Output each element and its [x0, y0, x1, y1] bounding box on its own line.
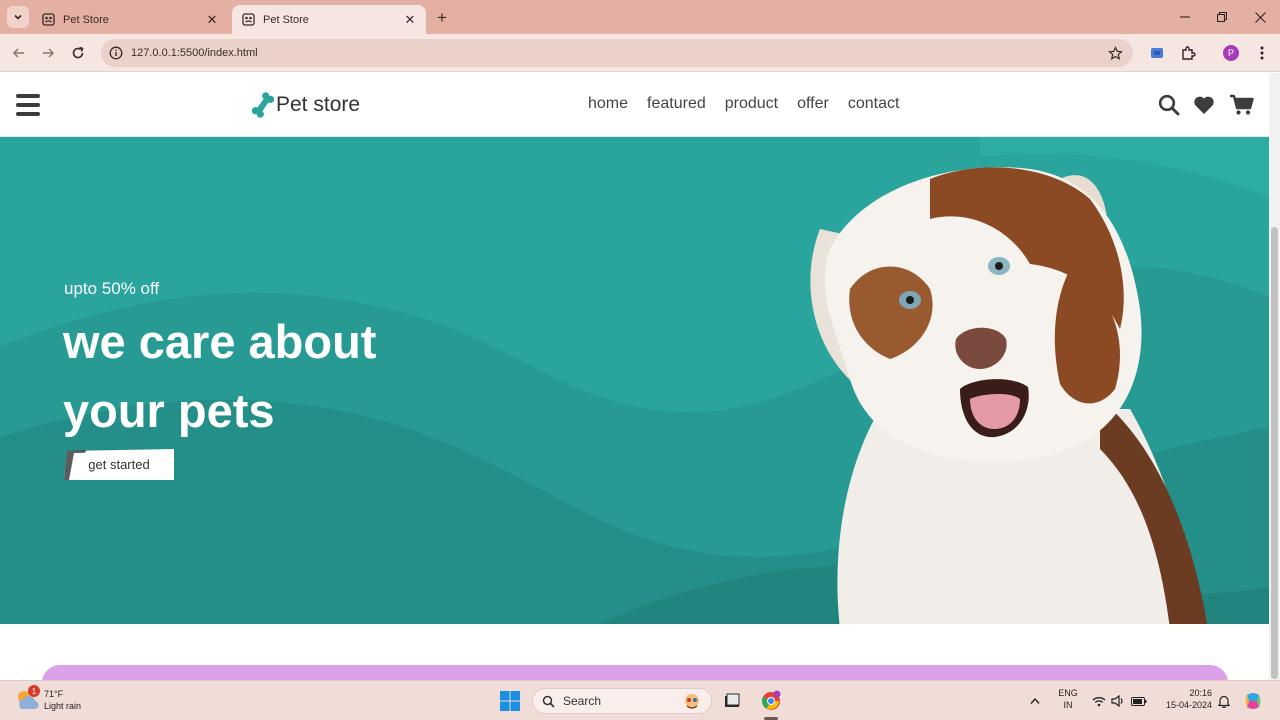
bone-logo-icon — [252, 92, 274, 118]
browser-toolbar: 127.0.0.1:5500/index.html P — [0, 34, 1280, 72]
minimize-button[interactable] — [1167, 6, 1203, 28]
extensions-puzzle-icon[interactable] — [1178, 43, 1198, 63]
scrollbar-thumb[interactable] — [1271, 227, 1278, 679]
new-tab-button[interactable]: + — [432, 8, 452, 28]
dog-photo — [810, 167, 1208, 624]
bookmark-star-icon[interactable] — [1107, 45, 1123, 61]
browser-tab-1[interactable]: Pet Store ✕ — [32, 5, 228, 34]
region-code: IN — [1063, 700, 1073, 710]
nav-link-offer[interactable]: offer — [797, 95, 829, 113]
cart-icon[interactable] — [1228, 93, 1254, 117]
weather-description: Light rain — [44, 701, 82, 711]
paw-favicon-icon — [242, 13, 255, 26]
windows-start-icon[interactable] — [499, 690, 521, 712]
notifications-icon[interactable] — [1216, 691, 1232, 711]
chrome-icon[interactable] — [759, 689, 783, 713]
arrow-right-icon — [43, 48, 55, 58]
nav-link-contact[interactable]: contact — [848, 95, 900, 113]
heart-icon[interactable] — [1191, 93, 1217, 117]
nav-link-home[interactable]: home — [588, 95, 628, 113]
close-icon — [1254, 11, 1266, 23]
arrow-left-icon — [12, 48, 24, 58]
restore-icon — [1217, 12, 1227, 22]
search-icon[interactable] — [1156, 93, 1182, 117]
battery-icon[interactable] — [1130, 691, 1148, 711]
logo-text: Pet store — [276, 93, 361, 116]
notification-badge: 1 — [28, 685, 40, 697]
translate-extension-icon[interactable] — [1147, 43, 1167, 63]
show-hidden-icons-chevron-up-icon[interactable] — [1028, 691, 1042, 711]
hero-banner: upto 50% off we care about your pets get… — [0, 137, 1269, 624]
paw-favicon-icon — [42, 13, 55, 26]
plus-icon: + — [437, 8, 447, 27]
input-language[interactable]: ENG IN — [1056, 687, 1080, 711]
hero-subtitle: upto 50% off — [64, 279, 160, 298]
browser-tab-strip: Pet Store ✕ Pet Store ✕ + — [0, 0, 1280, 34]
minimize-icon — [1180, 16, 1190, 18]
wifi-icon[interactable] — [1091, 691, 1107, 711]
windows-taskbar: 1 71°F Light rain Search ENG IN 20:16 15… — [0, 680, 1280, 720]
clock-date: 15-04-2024 — [1165, 700, 1212, 710]
url-text: 127.0.0.1:5500/index.html — [131, 47, 258, 59]
language-code: ENG — [1058, 688, 1078, 698]
back-button[interactable] — [8, 42, 30, 64]
weather-temperature: 71°F — [44, 689, 64, 699]
tab-title: Pet Store — [63, 13, 109, 26]
reload-button[interactable] — [67, 42, 89, 64]
nav-link-product[interactable]: product — [725, 95, 778, 113]
taskbar-search[interactable]: Search — [532, 688, 712, 714]
reload-icon — [72, 46, 84, 59]
main-nav: home featured product offer contact — [588, 95, 918, 113]
site-logo[interactable]: Pet store — [252, 90, 360, 120]
get-started-button[interactable]: get started — [64, 449, 174, 480]
close-tab-icon[interactable]: ✕ — [204, 12, 220, 28]
taskbar-clock[interactable]: 20:16 15-04-2024 — [1158, 687, 1212, 711]
weather-widget[interactable]: 1 71°F Light rain — [14, 685, 82, 713]
web-page: Pet store home featured product offer co… — [0, 73, 1269, 680]
profile-avatar[interactable]: P — [1223, 45, 1239, 61]
chevron-down-icon — [14, 14, 22, 20]
promo-strip — [42, 665, 1228, 680]
close-window-button[interactable] — [1242, 6, 1278, 28]
hero-title: we care about your pets — [63, 315, 377, 437]
tab-search-button[interactable] — [7, 6, 29, 28]
tab-title: Pet Store — [263, 13, 309, 26]
search-label: Search — [563, 694, 602, 708]
page-scrollbar[interactable] — [1269, 73, 1280, 680]
browser-tab-2[interactable]: Pet Store ✕ — [232, 5, 426, 34]
clock-time: 20:16 — [1189, 688, 1212, 698]
site-header: Pet store home featured product offer co… — [0, 73, 1269, 137]
file-explorer-icon[interactable] — [720, 689, 744, 713]
get-started-label: get started — [88, 457, 150, 472]
address-bar[interactable]: 127.0.0.1:5500/index.html — [101, 39, 1133, 67]
nav-link-featured[interactable]: featured — [647, 95, 706, 113]
close-tab-icon[interactable]: ✕ — [402, 12, 418, 28]
search-highlight-icon — [685, 694, 699, 709]
screen: Pet Store ✕ Pet Store ✕ + 127.0.0.1:5500… — [0, 0, 1280, 720]
copilot-icon[interactable] — [1242, 691, 1264, 711]
hamburger-menu-icon[interactable] — [16, 94, 40, 116]
menu-kebab-icon[interactable] — [1252, 43, 1272, 63]
rain-cloud-icon: 1 — [14, 685, 40, 713]
volume-icon[interactable] — [1110, 691, 1126, 711]
search-icon — [542, 695, 555, 708]
forward-button[interactable] — [37, 42, 59, 64]
restore-button[interactable] — [1204, 6, 1240, 28]
site-info-icon[interactable] — [109, 46, 123, 60]
